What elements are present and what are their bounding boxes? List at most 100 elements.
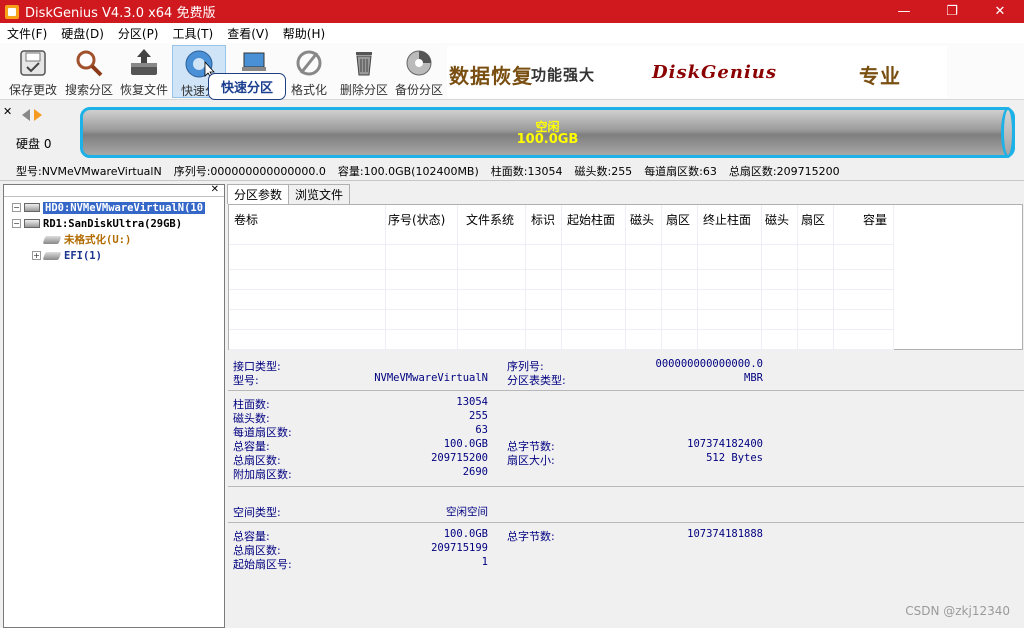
search-icon (76, 50, 103, 77)
menu-file[interactable]: 文件(F) (0, 25, 54, 42)
close-disk-panel-icon[interactable]: ✕ (3, 105, 12, 118)
free-space-size: 100.0GB (516, 132, 579, 147)
delete-partition-button[interactable]: 删除分区 (337, 45, 391, 98)
trash-icon (356, 52, 372, 76)
table-row[interactable] (229, 225, 893, 245)
disk-label: 硬盘 0 (16, 137, 52, 151)
header-capacity[interactable]: 容量 (863, 211, 887, 228)
menu-bar: 文件(F) 硬盘(D) 分区(P) 工具(T) 查看(V) 帮助(H) (0, 23, 1024, 43)
menu-view[interactable]: 查看(V) (220, 25, 276, 42)
extra-sectors-value: 2690 (462, 466, 488, 478)
format-label: 格式化 (290, 83, 327, 97)
header-start-head[interactable]: 磁头 (630, 211, 654, 228)
save-changes-button[interactable]: 保存更改 (6, 45, 60, 98)
disk-icon (24, 203, 40, 212)
disk-map-area: ✕ 硬盘 0 空闲 100.0GB (0, 101, 1024, 161)
table-row[interactable] (229, 250, 893, 270)
info-total-sectors: 总扇区数:209715200 (728, 164, 840, 178)
save-label: 保存更改 (8, 83, 57, 97)
expander-icon[interactable]: − (12, 219, 21, 228)
banner-text-1: 数据恢复 (449, 64, 533, 88)
tree-node-unformatted[interactable]: 未格式化(U:) (42, 232, 131, 247)
header-end-head[interactable]: 磁头 (765, 211, 789, 228)
free-bytes-label: 总字节数: (507, 530, 555, 543)
header-start-sector[interactable]: 扇区 (666, 211, 690, 228)
menu-help[interactable]: 帮助(H) (276, 25, 332, 42)
backup-partition-button[interactable]: 备份分区 (392, 45, 446, 98)
header-volume-label[interactable]: 卷标 (234, 211, 258, 228)
disk-free-space-bar[interactable]: 空闲 100.0GB (80, 107, 1015, 158)
header-index-status[interactable]: 序号(状态) (388, 211, 445, 228)
tree-node-efi[interactable]: + EFI(1) (32, 248, 102, 263)
info-serial: 序列号:000000000000000.0 (173, 164, 326, 178)
model-label: 型号: (233, 374, 259, 387)
partition-details-panel: 分区参数 浏览文件 卷标 序号(状态) 文件系统 标识 起始柱面 磁头 扇区 终… (227, 184, 1024, 628)
backup-label: 备份分区 (394, 83, 443, 97)
sector-size-label: 扇区大小: (507, 454, 555, 467)
prev-disk-arrow-icon[interactable] (22, 109, 30, 121)
table-row[interactable] (229, 290, 893, 310)
info-cylinders: 柱面数:13054 (490, 164, 563, 178)
menu-partition[interactable]: 分区(P) (111, 25, 166, 42)
tab-partition-params[interactable]: 分区参数 (227, 184, 290, 204)
free-bytes-value: 107374181888 (687, 528, 763, 540)
header-end-sector[interactable]: 扇区 (801, 211, 825, 228)
tree-node-rd1[interactable]: − RD1:SanDiskUltra(29GB) (12, 216, 182, 231)
separator (228, 390, 1024, 391)
extra-sectors-label: 附加扇区数: (233, 468, 292, 481)
sectors-per-track-value: 63 (475, 424, 488, 436)
backup-icon (406, 50, 432, 76)
cylinders-value: 13054 (456, 396, 488, 408)
tree-label-hd0: HD0:NVMeVMwareVirtualN(10 (43, 201, 206, 214)
model-value: NVMeVMwareVirtualN (374, 372, 488, 384)
minimize-button[interactable]: — (880, 0, 928, 23)
tab-browse-files[interactable]: 浏览文件 (288, 184, 351, 204)
header-end-cylinder[interactable]: 终止柱面 (703, 211, 751, 228)
close-tree-icon[interactable]: ✕ (211, 184, 219, 195)
save-icon (20, 50, 46, 76)
tree-label-rd1: RD1:SanDiskUltra(29GB) (43, 217, 183, 230)
expander-icon[interactable]: + (32, 251, 41, 260)
heads-value: 255 (469, 410, 488, 422)
table-row[interactable] (229, 270, 893, 290)
col-divider (893, 205, 894, 351)
search-label: 搜索分区 (64, 83, 113, 97)
format-icon (296, 50, 322, 76)
app-icon (5, 4, 19, 19)
maximize-button[interactable]: ❐ (928, 0, 976, 23)
disk-tree-panel: ✕ − HD0:NVMeVMwareVirtualN(10 − RD1:SanD… (3, 184, 225, 628)
serial-value: 000000000000000.0 (655, 358, 763, 370)
partition-table-type-label: 分区表类型: (507, 374, 566, 387)
total-bytes-value: 107374182400 (687, 438, 763, 450)
banner-text-3: DiskGenius (652, 62, 778, 83)
tree-node-hd0[interactable]: − HD0:NVMeVMwareVirtualN(10 (12, 200, 206, 215)
start-sector-label: 起始扇区号: (233, 558, 292, 571)
sector-size-value: 512 Bytes (706, 452, 763, 464)
total-sectors-value: 209715200 (431, 452, 488, 464)
info-spt: 每道扇区数:63 (644, 164, 717, 178)
separator (228, 522, 1024, 523)
banner-text-4: 专业 (859, 64, 901, 88)
header-filesystem[interactable]: 文件系统 (466, 211, 514, 228)
table-row[interactable] (229, 330, 893, 350)
menu-disk[interactable]: 硬盘(D) (54, 25, 111, 42)
menu-tools[interactable]: 工具(T) (166, 25, 221, 42)
expander-icon[interactable]: − (12, 203, 21, 212)
tree-panel-header: ✕ (4, 184, 224, 197)
format-button[interactable]: 格式化 (282, 45, 336, 98)
watermark: CSDN @zkj12340 (905, 604, 1010, 618)
close-button[interactable]: ✕ (976, 0, 1024, 23)
header-start-cylinder[interactable]: 起始柱面 (567, 211, 615, 228)
delete-label: 删除分区 (339, 83, 388, 97)
banner-text-2: 功能强大 (531, 66, 596, 84)
header-id[interactable]: 标识 (531, 211, 555, 228)
recover-files-button[interactable]: 恢复文件 (117, 45, 171, 98)
tree-label-efi: EFI(1) (64, 249, 102, 262)
partition-table: 卷标 序号(状态) 文件系统 标识 起始柱面 磁头 扇区 终止柱面 磁头 扇区 … (228, 204, 1023, 351)
space-type-label: 空间类型: (233, 506, 281, 519)
total-capacity-value: 100.0GB (443, 438, 488, 450)
table-row[interactable] (229, 310, 893, 330)
window-title: DiskGenius V4.3.0 x64 免费版 (25, 6, 216, 21)
search-partition-button[interactable]: 搜索分区 (62, 45, 116, 98)
next-disk-arrow-icon[interactable] (34, 109, 42, 121)
